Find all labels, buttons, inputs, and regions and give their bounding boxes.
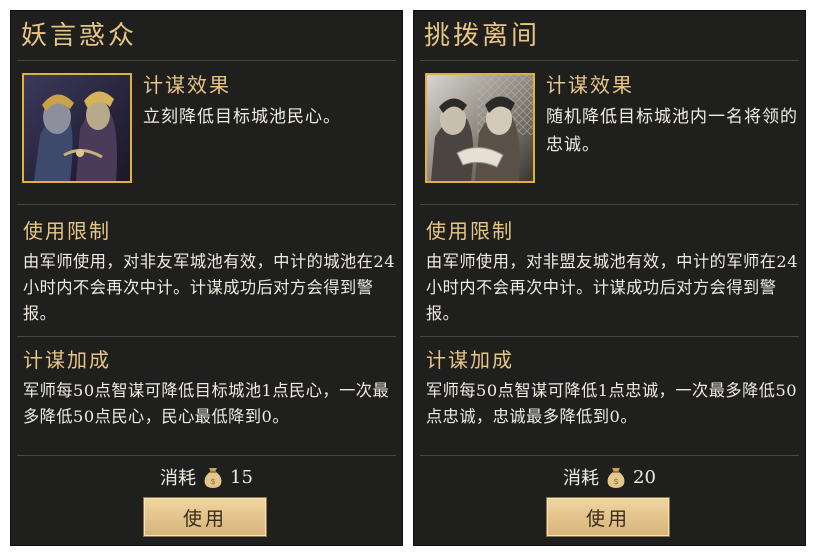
divider (420, 204, 799, 205)
divider (420, 455, 799, 456)
use-button[interactable]: 使用 (143, 497, 267, 537)
money-pouch-icon: $ (605, 465, 627, 489)
cost-label: 消耗 (563, 468, 600, 489)
cost-display: 消耗 $ 20 (414, 462, 805, 492)
limit-heading: 使用限制 (426, 219, 514, 243)
effect-text: 立刻降低目标城池民心。 (143, 107, 341, 127)
divider (420, 336, 799, 337)
effect-heading: 计谋效果 (143, 73, 231, 97)
strategy-panel-left: 妖言惑众 计谋效果 立刻降低目标城池民心。 使用限制 由军师使用，对非友军城池有 (10, 10, 403, 546)
svg-text:$: $ (614, 477, 619, 486)
strategy-title: 妖言惑众 (21, 21, 138, 51)
bonus-text: 军师每50点智谋可降低目标城池1点民心，一次最多降低50点民心，民心最低降到0。 (23, 381, 390, 426)
bonus-heading: 计谋加成 (426, 348, 514, 372)
strategy-panel-right: 挑拨离间 计谋效果 随机降低目标城池内一名将领的忠诚。 使用限制 由军师使用，对… (413, 10, 806, 546)
limit-heading: 使用限制 (23, 219, 111, 243)
strategy-portrait (22, 73, 132, 183)
divider (17, 455, 396, 456)
money-pouch-icon: $ (202, 465, 224, 489)
bonus-heading: 计谋加成 (23, 348, 111, 372)
limit-text: 由军师使用，对非盟友城池有效，中计的军师在24小时内不会再次中计。计谋成功后对方… (426, 252, 799, 323)
use-button[interactable]: 使用 (546, 497, 670, 537)
bonus-text: 军师每50点智谋可降低1点忠诚，一次最多降低50点忠诚，忠诚最多降低到0。 (426, 381, 798, 426)
divider (17, 60, 396, 61)
divider (17, 336, 396, 337)
svg-text:$: $ (211, 477, 216, 486)
cost-value: 15 (230, 466, 253, 488)
effect-heading: 计谋效果 (546, 73, 634, 97)
strategy-portrait (425, 73, 535, 183)
cost-value: 20 (633, 466, 656, 488)
divider (420, 60, 799, 61)
cost-label: 消耗 (160, 468, 197, 489)
divider (17, 204, 396, 205)
effect-text: 随机降低目标城池内一名将领的忠诚。 (546, 107, 798, 155)
cost-display: 消耗 $ 15 (11, 462, 402, 492)
limit-text: 由军师使用，对非友军城池有效，中计的城池在24小时内不会再次中计。计谋成功后对方… (23, 252, 396, 323)
strategy-title: 挑拨离间 (424, 21, 541, 51)
